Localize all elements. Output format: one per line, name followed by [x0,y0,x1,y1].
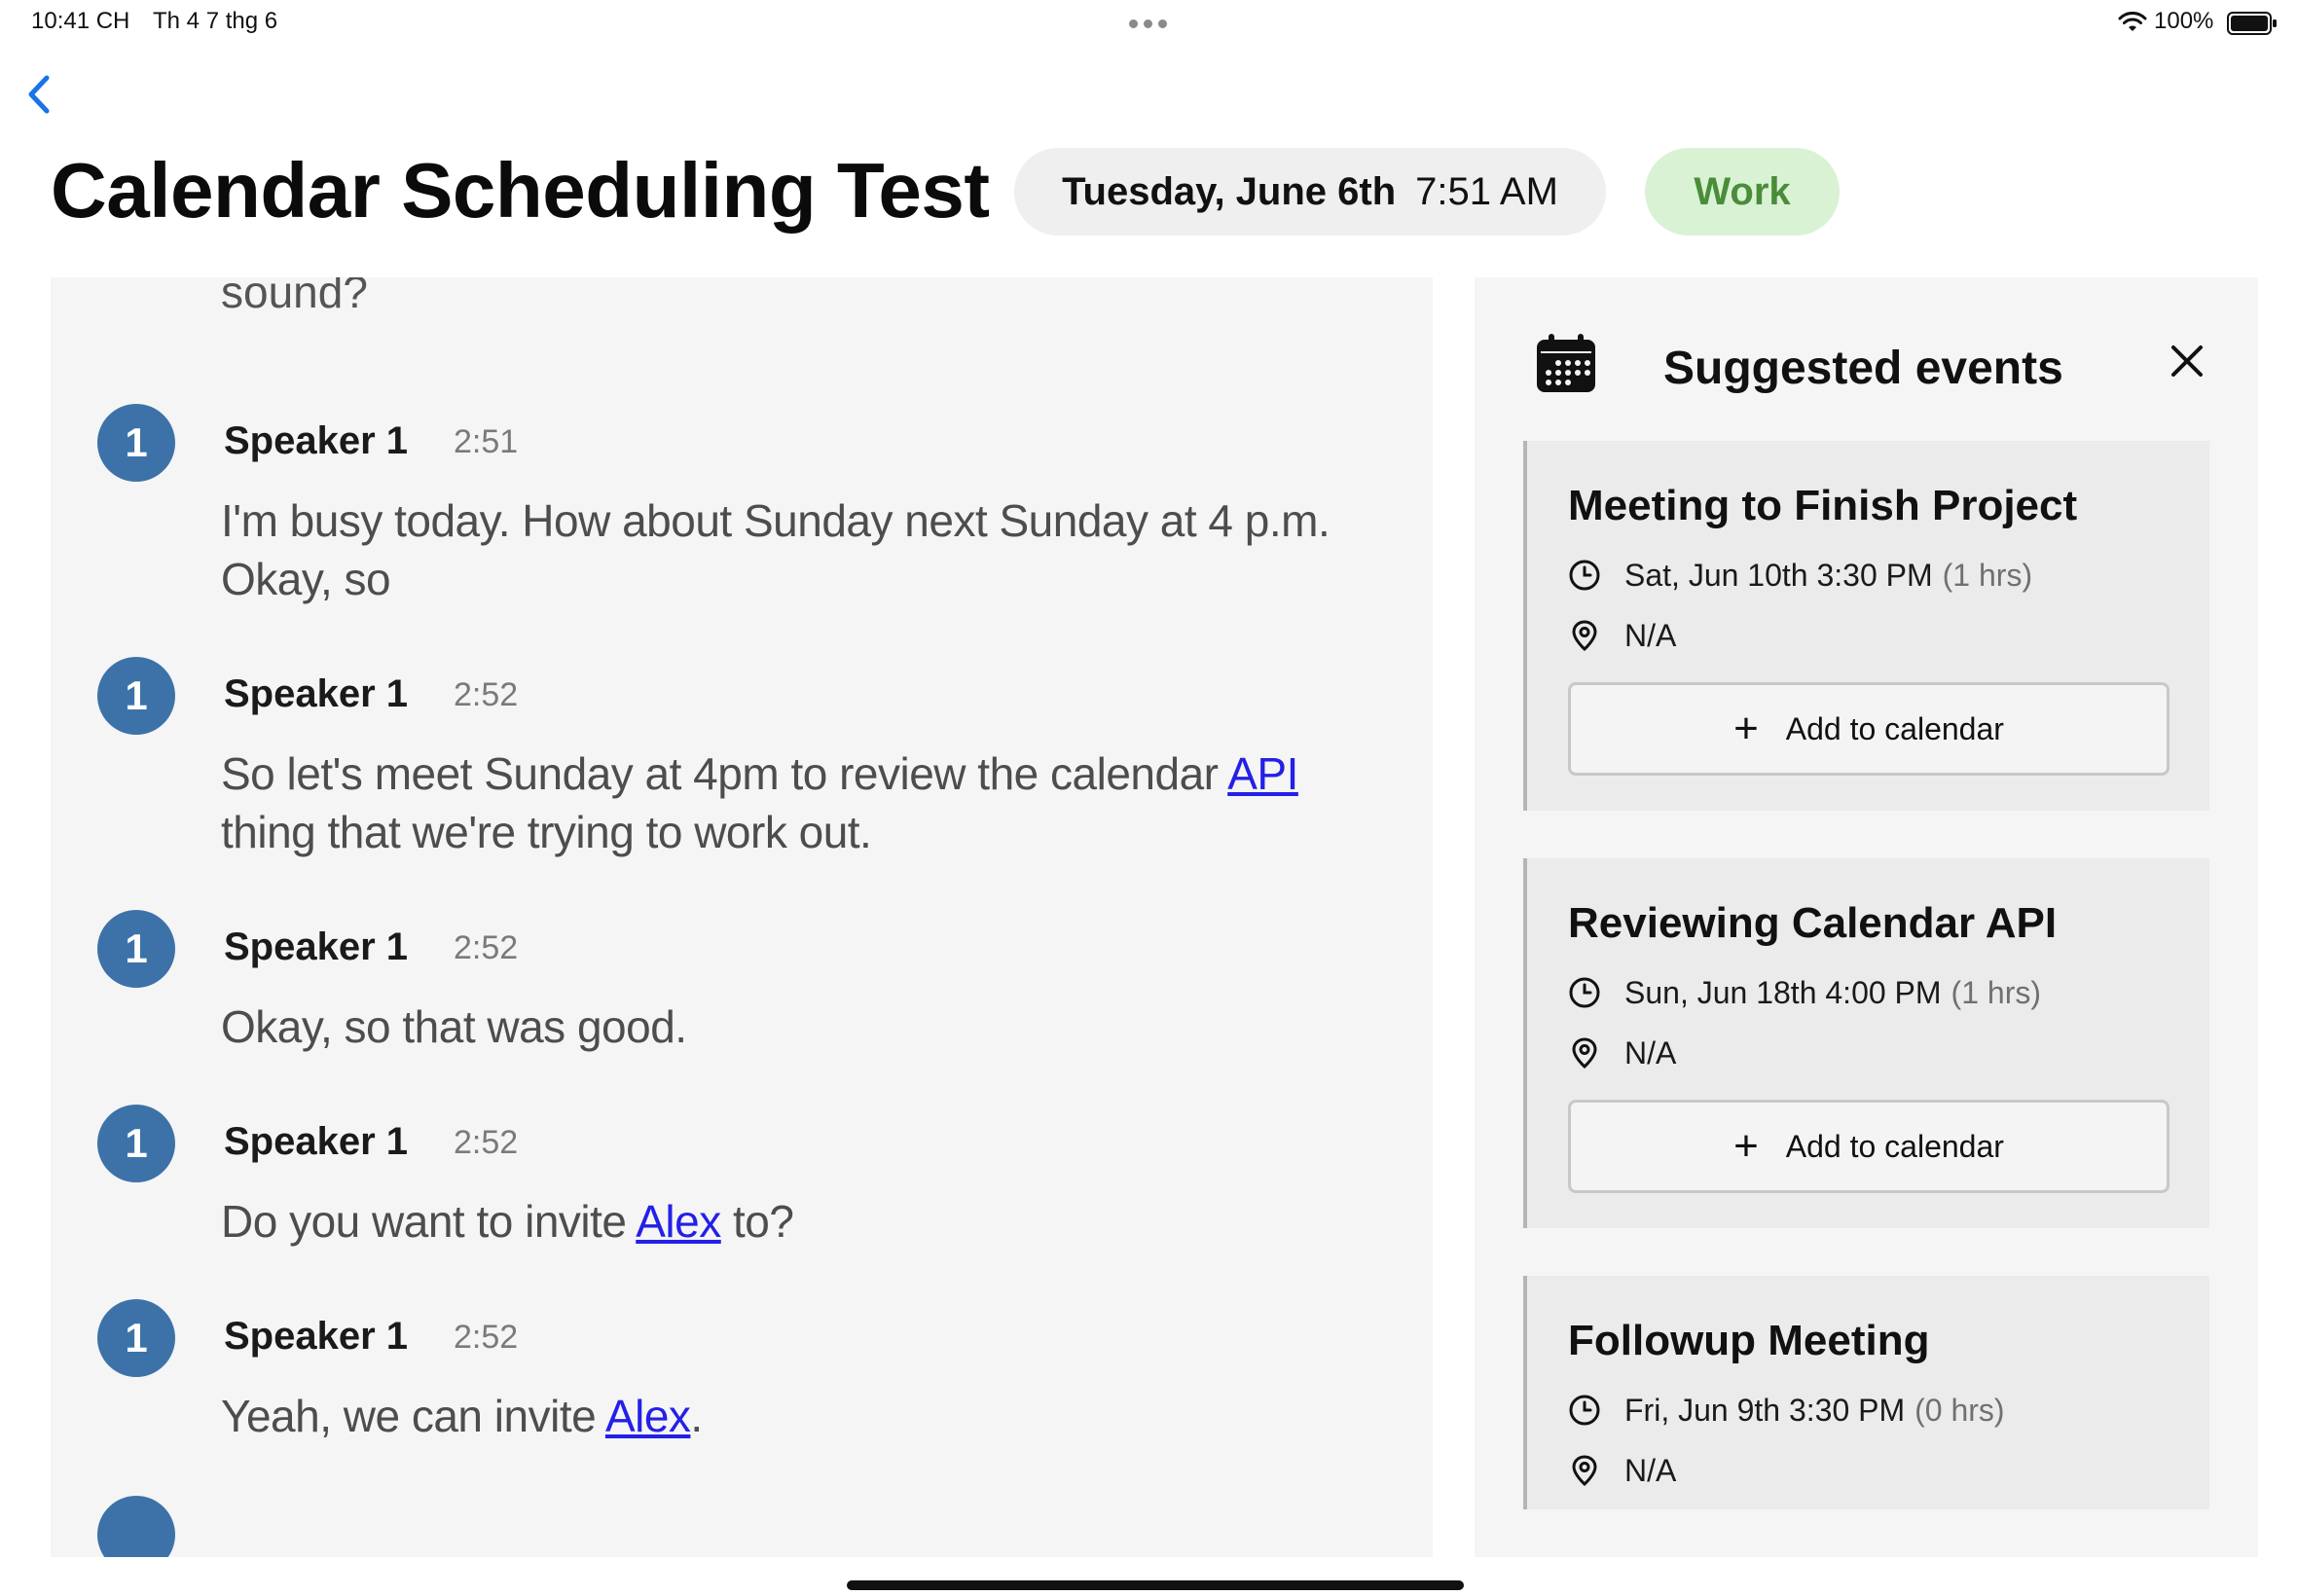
clock-icon [1569,560,1600,591]
event-datetime: Sat, Jun 10th 3:30 PM [1624,557,1933,593]
message-text: So let's meet Sunday at 4pm to review th… [221,744,1350,861]
back-chevron-icon[interactable] [19,70,58,119]
speaker-avatar [97,1496,175,1557]
message-text: Okay, so that was good. [221,1001,687,1052]
close-icon[interactable] [2168,342,2206,381]
status-bar: 10:41 CH Th 4 7 thg 6 100% [0,0,2297,49]
wifi-icon [2118,12,2147,31]
add-to-calendar-label: Add to calendar [1785,1128,2004,1164]
page-title: Calendar Scheduling Test [51,147,990,234]
message-text-before: Yeah, we can invite [221,1391,605,1441]
message-text-after: thing that we're trying to work out. [221,807,872,857]
header-time: 7:51 AM [1415,169,1558,213]
status-date: Th 4 7 thg 6 [153,8,278,34]
event-duration: (0 hrs) [1914,1392,2005,1428]
add-to-calendar-button[interactable]: + Add to calendar [1568,682,2169,776]
transcript-cut-text: sound? [221,277,368,317]
location-pin-icon [1572,1037,1597,1070]
add-to-calendar-button[interactable]: + Add to calendar [1568,1100,2169,1193]
event-card: Meeting to Finish Project Sat, Jun 10th … [1523,441,2209,811]
message-text: I'm busy today. How about Sunday next Su… [221,495,1331,604]
message-text-before: Do you want to invite [221,1196,637,1247]
message-text-after: to? [720,1196,794,1247]
calendar-icon [1537,334,1595,392]
speaker-name: Speaker 1 [224,1120,409,1163]
entity-link-api[interactable]: API [1227,748,1298,799]
speaker-avatar: 1 [97,1299,175,1377]
clock-icon [1569,977,1600,1008]
event-location: N/A [1624,1034,1677,1070]
event-location-row: N/A [1568,1451,1676,1490]
entity-link-alex[interactable]: Alex [636,1196,721,1247]
message-text-after: . [690,1391,703,1441]
message-timestamp: 2:51 [454,423,519,460]
message-timestamp: 2:52 [454,929,519,966]
speaker-avatar: 1 [97,1105,175,1182]
event-title: Meeting to Finish Project [1568,482,2078,529]
add-to-calendar-label: Add to calendar [1785,710,2004,746]
event-card: Reviewing Calendar API Sun, Jun 18th 4:0… [1523,858,2209,1228]
event-title: Followup Meeting [1568,1317,1930,1364]
speaker-avatar: 1 [97,910,175,988]
speaker-name: Speaker 1 [224,419,409,462]
speaker-name: Speaker 1 [224,672,409,715]
speaker-avatar: 1 [97,404,175,482]
message-text: Do you want to invite Alex to? [221,1192,1350,1251]
message-timestamp: 2:52 [454,676,519,713]
message-timestamp: 2:52 [454,1124,519,1161]
entity-link-alex[interactable]: Alex [605,1391,691,1441]
event-datetime-row: Sat, Jun 10th 3:30 PM (1 hrs) [1568,556,2032,595]
plus-icon: + [1733,705,1759,752]
message-timestamp: 2:52 [454,1319,519,1356]
event-datetime-row: Sun, Jun 18th 4:00 PM (1 hrs) [1568,973,2041,1012]
event-location-row: N/A [1568,1034,1676,1072]
clock-icon [1569,1395,1600,1426]
speaker-avatar: 1 [97,657,175,735]
event-datetime-row: Fri, Jun 9th 3:30 PM (0 hrs) [1568,1391,2005,1430]
event-duration: (1 hrs) [1951,974,2041,1010]
event-card: Followup Meeting Fri, Jun 9th 3:30 PM (0… [1523,1276,2209,1509]
event-location: N/A [1624,1452,1677,1488]
location-pin-icon [1572,620,1597,652]
transcript-panel[interactable]: sound? 1 Speaker 1 2:51 I'm busy today. … [51,277,1433,1557]
message-text-before: So let's meet Sunday at 4pm to review th… [221,748,1228,799]
event-location-row: N/A [1568,616,1676,655]
date-time-pill[interactable]: Tuesday, June 6th 7:51 AM [1014,148,1606,236]
status-time: 10:41 CH [31,8,130,34]
header-date: Tuesday, June 6th [1062,169,1397,213]
event-location: N/A [1624,617,1677,653]
battery-percent: 100% [2154,8,2214,34]
location-pin-icon [1572,1455,1597,1487]
message-text: Yeah, we can invite Alex. [221,1387,1350,1445]
home-indicator[interactable] [847,1580,1464,1590]
event-datetime: Sun, Jun 18th 4:00 PM [1624,974,1942,1010]
speaker-name: Speaker 1 [224,925,409,968]
category-tag[interactable]: Work [1645,148,1840,236]
battery-icon [2227,12,2277,35]
event-title: Reviewing Calendar API [1568,899,2058,947]
suggested-events-panel: Suggested events Meeting to Finish Proje… [1475,277,2258,1557]
multitasking-dots-icon[interactable] [1129,16,1176,28]
suggested-events-title: Suggested events [1663,343,2063,394]
plus-icon: + [1733,1122,1759,1170]
event-duration: (1 hrs) [1942,557,2033,593]
event-datetime: Fri, Jun 9th 3:30 PM [1624,1392,1906,1428]
speaker-name: Speaker 1 [224,1315,409,1358]
